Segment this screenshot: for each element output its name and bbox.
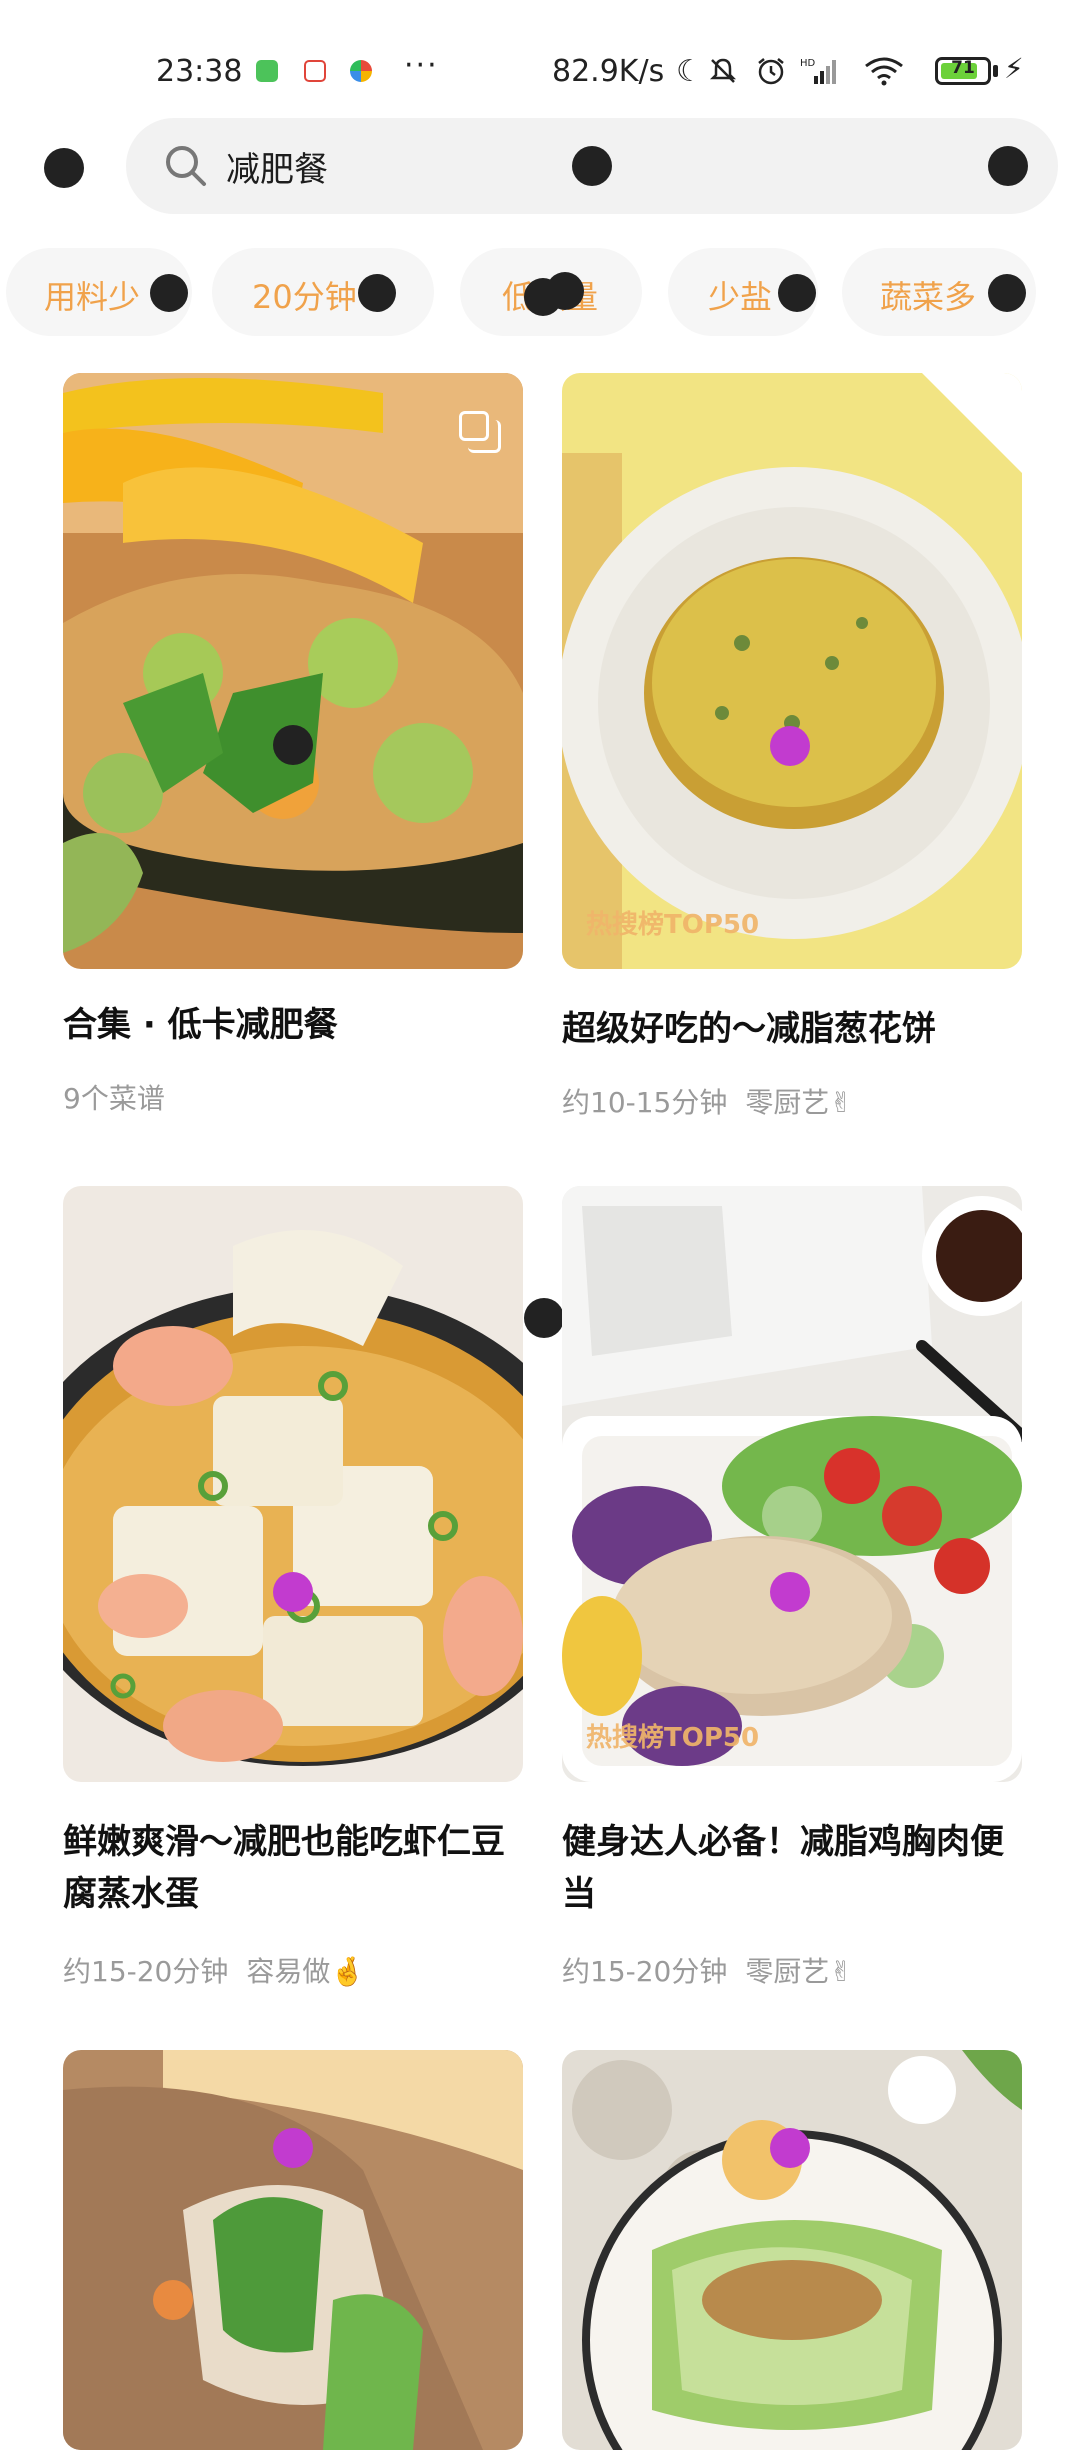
- recipe-image[interactable]: 热搜榜TOP50: [562, 373, 1022, 969]
- chip-low-salt[interactable]: 少盐: [668, 248, 818, 336]
- back-button[interactable]: [44, 148, 84, 188]
- search-header: 减肥餐: [0, 112, 1080, 222]
- recipe-meta: 约10-15分钟 零厨艺✌: [562, 1086, 853, 1119]
- recipe-image[interactable]: [63, 2050, 523, 2450]
- tap-marker: [770, 2128, 810, 2168]
- recipe-card[interactable]: 鲜嫩爽滑～减肥也能吃虾仁豆腐蒸水蛋 约15-20分钟 容易做🤞: [63, 1186, 523, 1988]
- network-speed: 82.9K/s: [552, 54, 665, 89]
- battery-cap: [993, 65, 998, 77]
- shrimp-tofu-egg-image: [63, 1186, 523, 1782]
- recipe-meta: 9个菜谱: [63, 1082, 165, 1115]
- recipe-meta: 约15-20分钟 容易做🤞: [63, 1955, 366, 1988]
- quinoa-bowl-image: [63, 373, 523, 969]
- chip-low-calorie[interactable]: 用料少低热量: [460, 248, 642, 336]
- svg-text:HD: HD: [800, 58, 816, 69]
- alarm-icon: [758, 58, 784, 85]
- tap-marker: [273, 2128, 313, 2168]
- more-notifications-icon: ···: [404, 48, 439, 83]
- chip-marker: [546, 272, 584, 310]
- battery-percent: 71: [951, 58, 975, 78]
- filter-chips: 用料少 20分钟 用料少低热量 少盐 蔬菜多: [0, 248, 1080, 338]
- recipe-image[interactable]: [63, 373, 523, 969]
- recipe-card[interactable]: 热搜榜TOP50 超级好吃的～减脂葱花饼 约10-15分钟 零厨艺✌: [562, 373, 1022, 1133]
- search-bar[interactable]: 减肥餐: [126, 118, 1058, 214]
- chip-20-minutes[interactable]: 20分钟: [212, 248, 434, 336]
- chip-marker: [150, 274, 188, 312]
- recipe-meta: 约15-20分钟 零厨艺✌: [562, 1955, 853, 1988]
- search-icon: [166, 146, 206, 186]
- search-input[interactable]: 减肥餐: [226, 142, 328, 191]
- app-notification-icon: [304, 60, 326, 82]
- app-notification-icon: [350, 60, 372, 82]
- recipe-card[interactable]: 合集 · 低卡减肥餐 9个菜谱: [63, 373, 523, 1133]
- chip-marker: [988, 274, 1026, 312]
- recipe-card[interactable]: [562, 2050, 1022, 2450]
- tap-marker: [524, 1298, 564, 1338]
- chicken-bento-image: [562, 1186, 1022, 1782]
- recipe-title: 鲜嫩爽滑～减肥也能吃虾仁豆腐蒸水蛋: [63, 1822, 505, 1914]
- clear-search-button[interactable]: [988, 146, 1028, 186]
- search-bar-marker[interactable]: [572, 146, 612, 186]
- recipe-image[interactable]: [562, 2050, 1022, 2450]
- recipe-title: 合集 · 低卡减肥餐: [63, 1005, 338, 1045]
- chip-more-vegetables[interactable]: 蔬菜多: [842, 248, 1036, 336]
- tap-marker: [273, 1572, 313, 1612]
- chip-marker: [358, 274, 396, 312]
- chip-label: 少盐: [708, 278, 773, 316]
- hot-search-badge: 热搜榜TOP50: [586, 1723, 760, 1753]
- app-notification-icon: [256, 60, 278, 82]
- moon-icon: ☾: [676, 54, 703, 89]
- hd-signal-icon: HD: [800, 58, 836, 84]
- chip-label: 20分钟: [252, 278, 357, 316]
- recipe-title: 超级好吃的～减脂葱花饼: [562, 1009, 936, 1049]
- collection-icon: [459, 411, 501, 453]
- chip-label: 用料少: [44, 278, 141, 316]
- battery-icon: 71: [935, 57, 991, 85]
- status-time: 23:38: [156, 54, 243, 89]
- chip-label: 蔬菜多: [880, 278, 977, 316]
- status-bar: 23:38 ··· 82.9K/s ☾ HD 71 ⚡: [0, 0, 1080, 112]
- recipe-card[interactable]: [63, 2050, 523, 2450]
- tap-marker: [770, 1572, 810, 1612]
- recipe-title: 健身达人必备！减脂鸡胸肉便当: [562, 1822, 1004, 1914]
- charging-icon: ⚡: [1004, 52, 1024, 85]
- wifi-icon: [865, 57, 903, 86]
- recipe-card[interactable]: 热搜榜TOP50 健身达人必备！减脂鸡胸肉便当 约15-20分钟 零厨艺✌: [562, 1186, 1022, 1988]
- tap-marker: [273, 725, 313, 765]
- chip-marker: [778, 274, 816, 312]
- recipe-image[interactable]: 热搜榜TOP50: [562, 1186, 1022, 1782]
- chip-few-ingredients[interactable]: 用料少: [6, 248, 192, 336]
- hot-search-badge: 热搜榜TOP50: [586, 910, 760, 940]
- mute-icon: [709, 58, 737, 83]
- wrap-image: [63, 2050, 523, 2450]
- lettuce-plate-image: [562, 2050, 1022, 2450]
- scallion-pancake-image: [562, 373, 1022, 969]
- tap-marker: [770, 726, 810, 766]
- recipe-image[interactable]: [63, 1186, 523, 1782]
